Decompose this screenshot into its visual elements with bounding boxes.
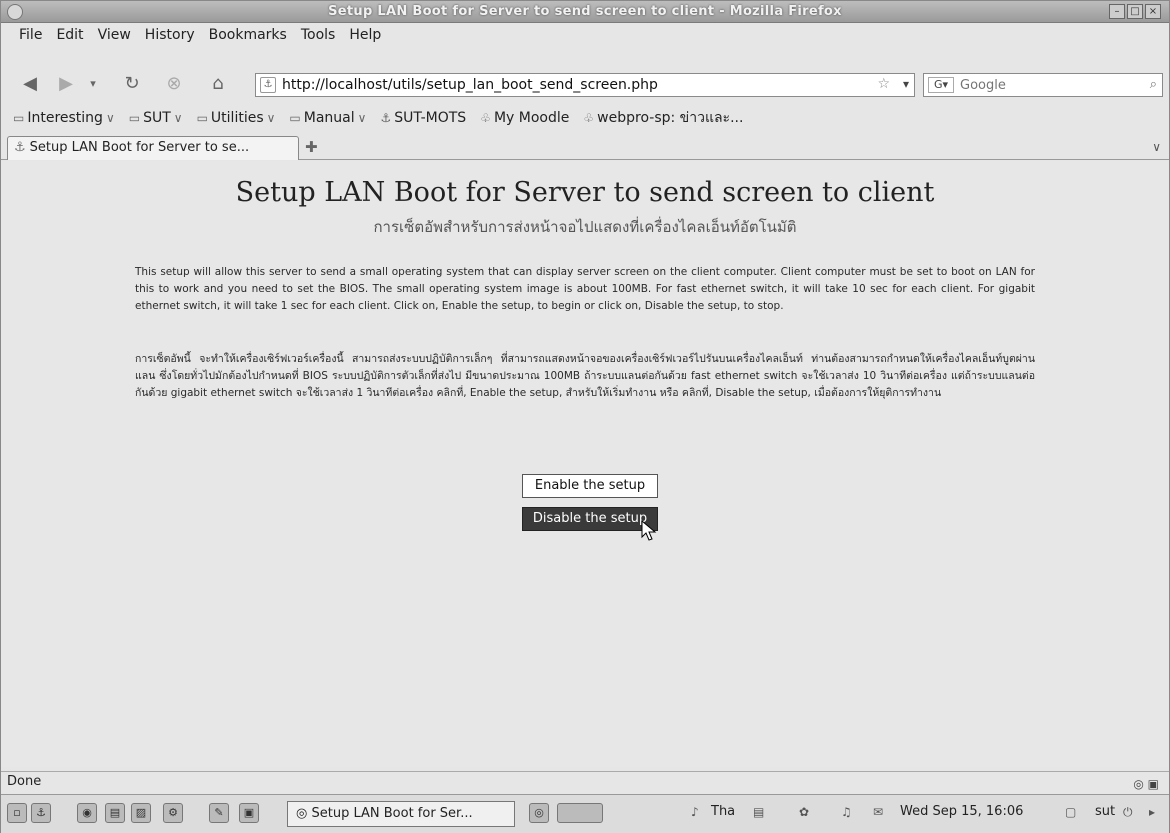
menu-bookmarks[interactable]: Bookmarks: [209, 27, 287, 43]
clock[interactable]: Wed Sep 15, 16:06: [900, 804, 1023, 819]
folder-icon: ▭: [128, 111, 141, 125]
reload-icon[interactable]: ↻: [119, 73, 145, 97]
bookmark-folder-manual[interactable]: ▭ Manual ∨: [289, 110, 366, 126]
bookmark-label: Interesting: [27, 110, 103, 126]
window-title: Setup LAN Boot for Server to send screen…: [328, 4, 842, 19]
bookmark-label: SUT: [143, 110, 171, 126]
bookmark-folder-utilities[interactable]: ▭ Utilities ∨: [197, 110, 276, 126]
bookmarks-toolbar: ▭ Interesting ∨ ▭ SUT ∨ ▭ Utilities ∨ ▭ Manual ∨…: [1, 105, 1169, 131]
enable-setup-button[interactable]: Enable the setup: [522, 474, 658, 498]
tab-setup-lan-boot[interactable]: ⚓ Setup LAN Boot for Server to se...: [7, 136, 299, 160]
bookmark-folder-sut[interactable]: ▭ SUT ∨: [129, 110, 183, 126]
bookmark-star-icon[interactable]: ☆: [877, 76, 890, 92]
bookmark-label: webpro-sp: ข่าวและ...: [597, 110, 744, 126]
bookmark-webpro-sp[interactable]: ♧ webpro-sp: ข่าวและ...: [583, 107, 743, 129]
browser-icon: ◎: [296, 806, 312, 821]
menu-history[interactable]: History: [145, 27, 195, 43]
tab-bar: ⚓ Setup LAN Boot for Server to se... ✚ ∨: [1, 132, 1169, 160]
workspace-switcher[interactable]: [557, 803, 603, 823]
keyboard-language-indicator[interactable]: Tha: [711, 804, 735, 819]
new-tab-icon[interactable]: ✚: [305, 138, 318, 156]
bookmark-label: My Moodle: [493, 110, 570, 126]
keyboard-layout-icon[interactable]: ♪: [691, 805, 699, 819]
launcher-browser-icon[interactable]: ◉: [77, 803, 97, 823]
menu-edit[interactable]: Edit: [56, 27, 83, 43]
volume-icon[interactable]: ♫: [841, 805, 852, 819]
search-engine-icon[interactable]: G▾: [928, 77, 954, 93]
launcher-files-icon[interactable]: ▤: [105, 803, 125, 823]
tray-browser-icon[interactable]: ◎: [529, 803, 549, 823]
menu-file[interactable]: File: [19, 27, 42, 43]
network-icon[interactable]: ▤: [753, 805, 764, 819]
bookmark-label: SUT-MOTS: [394, 110, 467, 126]
page-subtitle: การเซ็ตอัพสำหรับการส่งหน้าจอไปแสดงที่เคร…: [373, 218, 797, 236]
launcher-anchor-icon[interactable]: ⚓: [31, 803, 51, 823]
chevron-down-icon: ∨: [173, 111, 183, 125]
bookmark-folder-interesting[interactable]: ▭ Interesting ∨: [13, 110, 115, 126]
chevron-down-icon: ∨: [266, 111, 276, 125]
site-icon: ⚓: [260, 77, 276, 93]
tab-list-chevron-icon[interactable]: ∨: [1152, 140, 1161, 154]
menu-help[interactable]: Help: [349, 27, 381, 43]
browser-window: Setup LAN Boot for Server to send screen…: [0, 0, 1170, 833]
page-title: Setup LAN Boot for Server to send screen…: [235, 177, 935, 208]
menu-view[interactable]: View: [98, 27, 131, 43]
panel-arrow-icon[interactable]: ▸: [1149, 805, 1155, 819]
update-icon[interactable]: ✿: [799, 805, 809, 819]
search-bar[interactable]: G▾ ⌕: [923, 73, 1163, 97]
bookmark-label: Utilities: [210, 110, 264, 126]
anchor-icon: ⚓: [380, 111, 392, 125]
status-addon-icons[interactable]: ◎ ▣: [1133, 774, 1159, 794]
description-english: This setup will allow this server to sen…: [135, 266, 1035, 312]
taskbar: ▫ ⚓ ◉ ▤ ▨ ⚙ ✎ ▣ ◎ Setup LAN Boot for Ser…: [1, 794, 1169, 833]
home-icon[interactable]: ⌂: [205, 73, 231, 97]
bookmark-my-moodle[interactable]: ♧ My Moodle: [480, 110, 569, 126]
launcher-terminal-icon[interactable]: ▣: [239, 803, 259, 823]
chevron-down-icon: ∨: [105, 111, 115, 125]
folder-icon: ▭: [289, 111, 301, 125]
close-button[interactable]: ×: [1145, 4, 1161, 19]
user-name[interactable]: sut: [1095, 804, 1115, 819]
menu-tools[interactable]: Tools: [301, 27, 336, 43]
status-bar: Done ◎ ▣: [1, 771, 1169, 793]
moodle-icon: ♧: [480, 111, 491, 125]
description-thai: การเซ็ตอัพนี้ จะทำให้เครื่องเซิร์ฟเวอร์เ…: [135, 353, 1035, 399]
maximize-button[interactable]: □: [1127, 4, 1143, 19]
power-icon[interactable]: ⏻: [1123, 805, 1133, 820]
launcher-image-icon[interactable]: ▨: [131, 803, 151, 823]
window-controls: – □ ×: [1109, 4, 1161, 19]
moodle-icon: ♧: [583, 111, 595, 125]
mail-icon[interactable]: ✉: [873, 805, 883, 819]
chevron-down-icon: ∨: [357, 111, 367, 125]
search-icon[interactable]: ⌕: [1150, 77, 1157, 92]
launcher-editor-icon[interactable]: ✎: [209, 803, 229, 823]
folder-icon: ▭: [13, 111, 25, 125]
title-bar[interactable]: Setup LAN Boot for Server to send screen…: [1, 1, 1169, 23]
navigation-toolbar: ◀ ▶ ▾ ↻ ⊗ ⌂ ⚓ ☆ ▾ G▾ ⌕: [1, 67, 1169, 101]
url-dropdown-icon[interactable]: ▾: [903, 77, 909, 91]
search-input[interactable]: [960, 75, 1130, 95]
folder-icon: ▭: [196, 111, 208, 125]
bookmark-label: Manual: [303, 110, 355, 126]
disable-setup-button[interactable]: Disable the setup: [522, 507, 658, 531]
tab-label: Setup LAN Boot for Server to se...: [29, 140, 250, 155]
history-dropdown-icon[interactable]: ▾: [85, 73, 101, 97]
url-bar[interactable]: ⚓ ☆ ▾: [255, 73, 915, 97]
minimize-button[interactable]: –: [1109, 4, 1125, 19]
url-input[interactable]: [282, 75, 842, 95]
mouse-cursor-icon: [641, 520, 657, 541]
show-desktop-icon[interactable]: ▫: [7, 803, 27, 823]
bookmark-sut-mots[interactable]: ⚓ SUT-MOTS: [380, 110, 466, 126]
back-icon[interactable]: ◀: [17, 73, 43, 97]
status-text: Done: [7, 774, 42, 789]
forward-icon[interactable]: ▶: [53, 73, 79, 97]
menu-bar: File Edit View History Bookmarks Tools H…: [1, 24, 1169, 46]
page-content: Setup LAN Boot for Server to send screen…: [1, 161, 1169, 767]
launcher-settings-icon[interactable]: ⚙: [163, 803, 183, 823]
anchor-icon: ⚓: [14, 140, 26, 155]
taskbar-window-button[interactable]: ◎ Setup LAN Boot for Ser...: [287, 801, 515, 827]
taskbar-window-label: Setup LAN Boot for Ser...: [311, 806, 473, 821]
user-switcher-icon[interactable]: ▢: [1065, 805, 1076, 819]
stop-icon[interactable]: ⊗: [161, 73, 187, 97]
